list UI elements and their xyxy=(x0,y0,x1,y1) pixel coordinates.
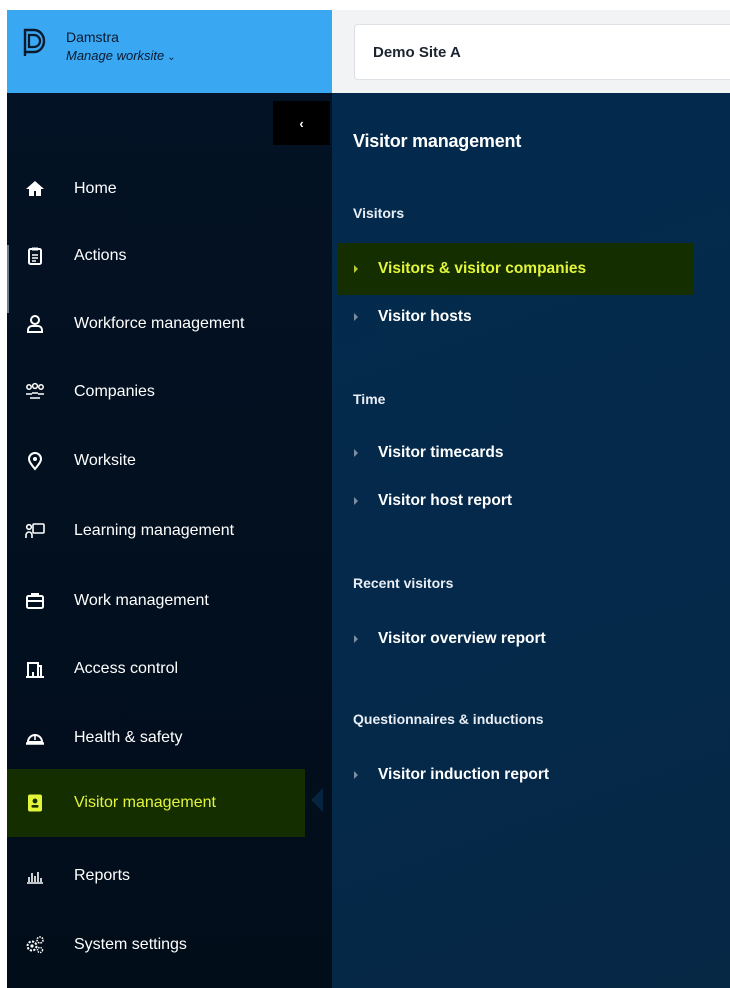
submenu-item-visitor-host-report[interactable]: Visitor host report xyxy=(338,475,694,527)
site-selector[interactable]: Demo Site A xyxy=(354,24,730,80)
caret-right-icon xyxy=(354,497,358,505)
submenu-item-label: Visitor host report xyxy=(378,492,513,509)
gears-icon xyxy=(24,934,46,956)
sidebar-item-label: System settings xyxy=(74,936,187,953)
submenu-item-label: Visitors & visitor companies xyxy=(378,260,587,277)
location-pin-icon xyxy=(24,450,46,472)
user-icon xyxy=(24,313,46,335)
sidebar-item-learning-management[interactable]: Learning management xyxy=(7,497,305,565)
submenu-item-visitors-companies[interactable]: Visitors & visitor companies xyxy=(338,243,694,295)
caret-right-icon xyxy=(354,265,358,273)
sidebar-item-reports[interactable]: Reports xyxy=(7,842,305,910)
submenu-item-label: Visitor timecards xyxy=(378,444,504,461)
sidebar-item-label: Companies xyxy=(74,383,155,400)
sidebar-item-visitor-management[interactable]: Visitor management xyxy=(7,769,305,837)
sidebar-item-label: Access control xyxy=(74,660,179,677)
caret-right-icon xyxy=(354,449,358,457)
users-group-icon xyxy=(24,381,46,403)
sidebar-item-companies[interactable]: Companies xyxy=(7,358,305,426)
panel-title: Visitor management xyxy=(353,131,522,151)
caret-right-icon xyxy=(354,635,358,643)
sidebar-item-label: Health & safety xyxy=(74,729,183,746)
chevron-left-icon[interactable]: ‹ xyxy=(299,116,303,131)
sidebar-item-label: Home xyxy=(74,180,117,197)
presentation-icon xyxy=(24,520,46,542)
briefcase-icon xyxy=(24,590,46,612)
sidebar-item-label: Work management xyxy=(74,592,209,609)
sidebar-item-label: Actions xyxy=(74,247,127,264)
caret-right-icon xyxy=(354,771,358,779)
sidebar-item-system-settings[interactable]: System settings xyxy=(7,911,305,979)
sidebar-item-worksite[interactable]: Worksite xyxy=(7,427,305,495)
sidebar: ‹ Home Actions Workforce management Comp… xyxy=(7,93,332,988)
site-selector-value: Demo Site A xyxy=(373,43,461,61)
chevron-down-icon[interactable]: ⌄ xyxy=(167,52,175,63)
brand-header[interactable]: Damstra Manage worksite ⌄ xyxy=(7,10,332,93)
submenu-item-label: Visitor hosts xyxy=(378,308,472,325)
section-heading-visitors: Visitors xyxy=(353,205,405,221)
sidebar-item-actions[interactable]: Actions xyxy=(7,222,305,290)
sidebar-item-home[interactable]: Home xyxy=(7,155,305,223)
submenu-item-visitor-overview-report[interactable]: Visitor overview report xyxy=(338,613,694,665)
sidebar-item-workforce-management[interactable]: Workforce management xyxy=(7,290,305,358)
bar-chart-icon xyxy=(24,865,46,887)
damstra-logo-icon xyxy=(23,28,46,56)
manage-worksite-link[interactable]: Manage worksite ⌄ xyxy=(66,46,176,68)
section-heading-time: Time xyxy=(353,391,386,407)
submenu-item-visitor-timecards[interactable]: Visitor timecards xyxy=(338,427,694,479)
brand-name: Damstra xyxy=(66,29,119,45)
sidebar-item-work-management[interactable]: Work management xyxy=(7,567,305,635)
caret-right-icon xyxy=(354,313,358,321)
hard-hat-icon xyxy=(24,727,46,749)
id-badge-icon xyxy=(24,792,46,814)
collapse-sidebar-button[interactable]: ‹ xyxy=(273,101,330,145)
sidebar-item-health-safety[interactable]: Health & safety xyxy=(7,704,305,772)
submenu-item-label: Visitor overview report xyxy=(378,630,546,647)
submenu-item-label: Visitor induction report xyxy=(378,766,550,783)
sidebar-item-label: Worksite xyxy=(74,452,136,469)
sidebar-item-label: Visitor management xyxy=(74,794,216,811)
section-heading-recent-visitors: Recent visitors xyxy=(353,575,454,591)
submenu-panel: Visitor management Visitors Visitors & v… xyxy=(332,93,730,988)
sidebar-item-access-control[interactable]: Access control xyxy=(7,635,305,703)
sidebar-item-label: Learning management xyxy=(74,522,235,539)
sidebar-item-label: Reports xyxy=(74,867,131,884)
home-icon xyxy=(24,178,46,200)
section-heading-questionnaires: Questionnaires & inductions xyxy=(353,711,544,727)
building-icon xyxy=(24,658,46,680)
clipboard-icon xyxy=(24,245,46,267)
submenu-item-visitor-induction-report[interactable]: Visitor induction report xyxy=(338,749,694,801)
active-pointer xyxy=(311,788,323,812)
sidebar-item-label: Workforce management xyxy=(74,315,245,332)
submenu-item-visitor-hosts[interactable]: Visitor hosts xyxy=(338,291,694,343)
